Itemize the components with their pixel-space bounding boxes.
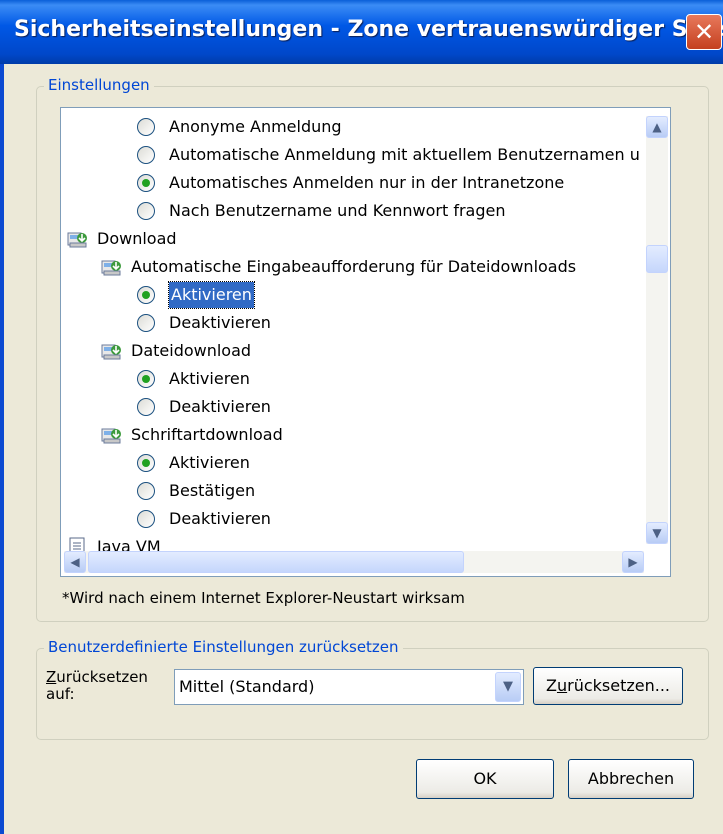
radio-label: Anonyme Anmeldung (169, 117, 342, 136)
download-folder-icon (67, 229, 89, 249)
title-bar[interactable]: Sicherheitseinstellungen - Zone vertraue… (0, 0, 723, 64)
horizontal-scroll-thumb[interactable] (88, 551, 464, 573)
arrow-down-icon: ▼ (652, 526, 662, 540)
radio-button[interactable] (137, 370, 155, 388)
radio-button[interactable] (137, 174, 155, 192)
scroll-left-button[interactable]: ◀ (64, 551, 86, 573)
radio-label: Bestätigen (169, 481, 256, 500)
security-settings-dialog: Sicherheitseinstellungen - Zone vertraue… (0, 0, 723, 834)
arrow-left-icon: ◀ (70, 555, 80, 569)
radio-label: Aktivieren (169, 369, 250, 388)
scroll-up-button[interactable]: ▲ (646, 116, 668, 138)
radio-label: Automatische Anmeldung mit aktuellem Ben… (169, 145, 640, 164)
restart-note: *Wird nach einem Internet Explorer-Neust… (62, 589, 465, 607)
settings-group-label: Einstellungen (44, 76, 154, 94)
download-folder-icon (101, 257, 123, 277)
vertical-scroll-thumb[interactable] (646, 244, 668, 273)
close-button[interactable]: ✕ (686, 14, 722, 50)
arrow-right-icon: ▶ (628, 555, 638, 569)
chevron-down-icon: ▼ (503, 679, 513, 694)
download-folder-icon (101, 425, 123, 445)
cancel-button[interactable]: Abbrechen (568, 759, 694, 799)
reset-group-label: Benutzerdefinierte Einstellungen zurücks… (44, 638, 403, 656)
scroll-right-button[interactable]: ▶ (622, 551, 644, 573)
ok-button[interactable]: OK (416, 759, 554, 799)
radio-button[interactable] (137, 482, 155, 500)
reset-label: Zurücksetzen auf: (46, 668, 148, 703)
radio-button[interactable] (137, 286, 155, 304)
radio-button[interactable] (137, 454, 155, 472)
radio-label: Deaktivieren (169, 313, 271, 332)
reset-level-select[interactable]: Mittel (Standard) ▼ (174, 669, 524, 705)
radio-button[interactable] (137, 314, 155, 332)
radio-button[interactable] (137, 510, 155, 528)
close-icon: ✕ (693, 18, 715, 46)
radio-label: Aktivieren (169, 453, 250, 472)
category-label: Schriftartdownload (131, 425, 283, 444)
reset-level-value: Mittel (Standard) (179, 677, 315, 696)
radio-label: Deaktivieren (169, 509, 271, 528)
radio-button[interactable] (137, 398, 155, 416)
dropdown-button[interactable]: ▼ (495, 672, 521, 702)
window-title: Sicherheitseinstellungen - Zone vertraue… (14, 17, 723, 42)
download-folder-icon (101, 341, 123, 361)
category-label: Dateidownload (131, 341, 252, 360)
radio-label: Nach Benutzername und Kennwort fragen (169, 201, 506, 220)
category-label: Download (97, 229, 177, 248)
reset-button[interactable]: Zurücksetzen... (533, 667, 683, 705)
radio-label: Automatisches Anmelden nur in der Intran… (169, 173, 565, 192)
radio-button[interactable] (137, 202, 155, 220)
scroll-down-button[interactable]: ▼ (646, 522, 668, 544)
settings-tree-list[interactable]: Anonyme Anmeldung Automatische Anmeldung … (60, 107, 671, 577)
radio-button[interactable] (137, 118, 155, 136)
radio-button[interactable] (137, 146, 155, 164)
category-label: Automatische Eingabeaufforderung für Dat… (131, 257, 577, 276)
radio-label: Deaktivieren (169, 397, 271, 416)
radio-label: Aktivieren (168, 281, 255, 309)
arrow-up-icon: ▲ (652, 120, 662, 134)
vertical-scrollbar[interactable]: ▲ ▼ (646, 116, 668, 544)
window-frame (0, 64, 4, 834)
horizontal-scrollbar[interactable]: ◀ ▶ (64, 551, 644, 573)
